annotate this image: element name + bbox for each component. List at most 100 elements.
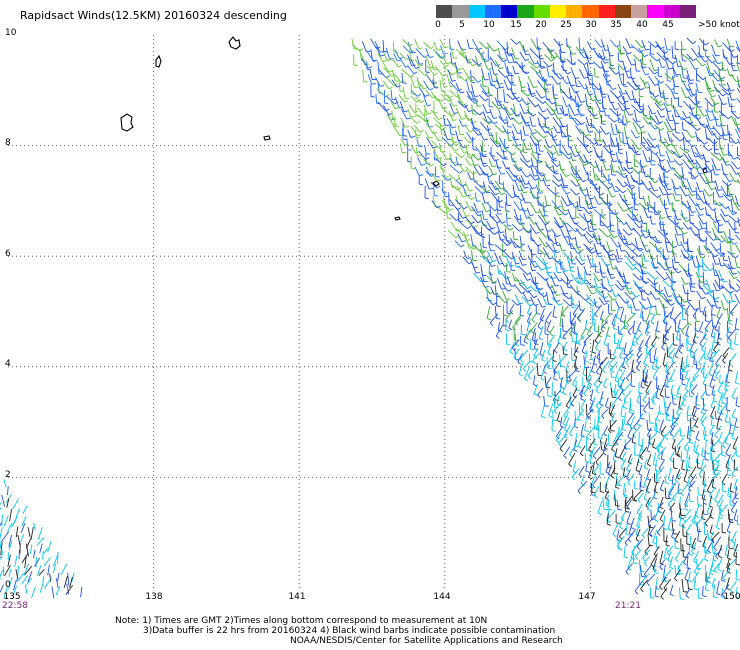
wind-barb bbox=[520, 129, 523, 140]
wind-barb bbox=[434, 66, 444, 77]
wind-barb-tick bbox=[427, 112, 432, 115]
wind-barb-tick bbox=[650, 596, 655, 599]
wind-barb-tick bbox=[671, 302, 675, 306]
wind-barb bbox=[534, 332, 537, 344]
wind-barb-tick bbox=[423, 113, 428, 117]
wind-barb-tick bbox=[722, 93, 727, 97]
wind-barb-tick bbox=[715, 102, 720, 105]
wind-barb bbox=[594, 160, 600, 172]
wind-barb-tick bbox=[727, 195, 732, 197]
wind-barb-tick bbox=[570, 237, 576, 240]
wind-barb bbox=[625, 38, 631, 49]
wind-barb bbox=[607, 94, 611, 103]
wind-barb-tick bbox=[678, 573, 683, 575]
wind-barb-tick bbox=[580, 282, 585, 285]
wind-barb-tick bbox=[694, 174, 699, 179]
legend-swatch-11 bbox=[614, 5, 631, 18]
wind-barb bbox=[560, 416, 563, 427]
wind-barb-tick bbox=[699, 343, 703, 348]
wind-barb bbox=[551, 180, 559, 187]
wind-barb bbox=[706, 501, 712, 513]
wind-barb-tick bbox=[486, 111, 491, 114]
wind-barb-tick bbox=[730, 458, 735, 463]
wind-barb-tick bbox=[487, 121, 492, 123]
wind-barb bbox=[495, 159, 499, 169]
wind-barb-tick bbox=[717, 469, 722, 472]
wind-barb bbox=[695, 271, 702, 283]
wind-barb-tick bbox=[669, 566, 674, 570]
wind-barb-tick bbox=[724, 214, 729, 217]
wind-barb bbox=[498, 142, 503, 153]
wind-barb bbox=[520, 115, 527, 127]
wind-barb-tick bbox=[384, 102, 389, 105]
wind-barb-tick bbox=[552, 394, 557, 397]
wind-barb-tick bbox=[613, 235, 618, 239]
wind-barb bbox=[622, 46, 629, 55]
wind-barb bbox=[511, 299, 519, 306]
wind-barb bbox=[584, 417, 587, 431]
wind-barb bbox=[490, 82, 498, 90]
wind-barb bbox=[687, 96, 696, 106]
wind-barb bbox=[720, 444, 723, 456]
wind-barb-tick bbox=[613, 160, 618, 163]
wind-barb-tick bbox=[510, 112, 515, 116]
wind-barb bbox=[457, 233, 463, 242]
wind-barb-tick bbox=[501, 192, 506, 196]
wind-barb bbox=[727, 124, 729, 135]
wind-barb-tick bbox=[510, 269, 515, 272]
wind-barb-tick bbox=[717, 568, 722, 572]
wind-barb-tick bbox=[702, 313, 707, 317]
wind-barb-tick bbox=[652, 377, 657, 381]
wind-barb bbox=[654, 508, 659, 520]
wind-barb-tick bbox=[520, 333, 526, 336]
wind-barb bbox=[362, 70, 365, 82]
wind-barb bbox=[722, 42, 732, 53]
wind-barb bbox=[417, 68, 426, 76]
wind-barb bbox=[643, 556, 650, 564]
wind-barb-tick bbox=[566, 204, 571, 207]
wind-barb-tick bbox=[465, 233, 469, 238]
wind-barb bbox=[553, 342, 560, 351]
wind-barb bbox=[471, 214, 479, 224]
wind-barb-tick bbox=[685, 219, 690, 223]
wind-barb-tick bbox=[611, 258, 616, 261]
wind-barb bbox=[724, 410, 729, 422]
wind-barb bbox=[663, 303, 666, 317]
wind-barb bbox=[659, 419, 664, 431]
wind-barb bbox=[502, 290, 507, 300]
color-legend-labels: 0 5 10 15 20 25 30 35 40 45 >50 knots bbox=[435, 20, 740, 32]
wind-barb bbox=[683, 439, 692, 449]
wind-barb-tick bbox=[728, 547, 733, 550]
wind-barb-tick bbox=[482, 153, 487, 157]
wind-barb bbox=[551, 297, 560, 306]
wind-barb bbox=[706, 137, 715, 145]
wind-barb-tick bbox=[557, 131, 562, 134]
wind-barb bbox=[470, 234, 474, 247]
wind-barb bbox=[722, 157, 727, 166]
wind-barb bbox=[550, 275, 556, 287]
wind-barb-tick bbox=[512, 84, 517, 86]
wind-barb bbox=[626, 299, 629, 308]
wind-barb bbox=[701, 489, 705, 499]
wind-barb-tick bbox=[548, 146, 553, 148]
wind-barb bbox=[719, 504, 729, 514]
wind-barb-tick bbox=[715, 296, 719, 300]
wind-barb-tick bbox=[434, 86, 439, 88]
wind-barb-tick bbox=[659, 103, 664, 106]
wind-barb-tick bbox=[619, 526, 623, 530]
wind-barb bbox=[619, 308, 625, 321]
wind-barb bbox=[369, 69, 373, 80]
wind-barb bbox=[646, 453, 652, 465]
wind-barb-tick bbox=[660, 159, 665, 162]
wind-barb bbox=[666, 361, 675, 373]
wind-barb bbox=[610, 164, 613, 175]
wind-barb-tick bbox=[569, 279, 574, 282]
wind-barb-tick bbox=[667, 110, 672, 113]
wind-barb bbox=[705, 279, 711, 292]
wind-barb bbox=[602, 378, 608, 386]
island-outline-3 bbox=[263, 135, 271, 141]
wind-barb-tick bbox=[430, 45, 435, 50]
wind-barb-tick bbox=[653, 464, 658, 467]
wind-barb-tick bbox=[575, 77, 580, 79]
wind-barb bbox=[632, 54, 640, 62]
